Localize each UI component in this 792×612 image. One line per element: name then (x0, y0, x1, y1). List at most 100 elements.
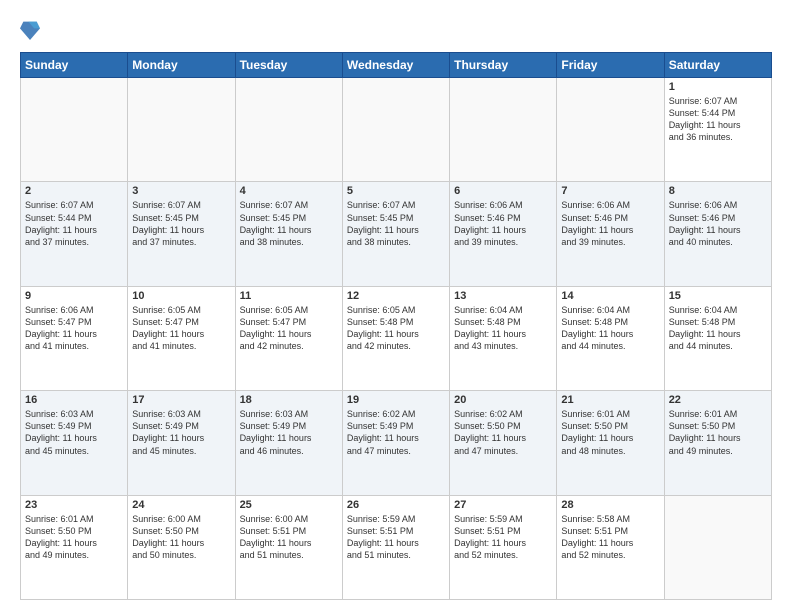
calendar-cell (128, 78, 235, 182)
page: Sunday Monday Tuesday Wednesday Thursday… (0, 0, 792, 612)
header-monday: Monday (128, 53, 235, 78)
calendar-cell: 1 Sunrise: 6:07 AM Sunset: 5:44 PM Daylig… (664, 78, 771, 182)
day-info: Sunrise: 6:07 AM Sunset: 5:45 PM Dayligh… (240, 199, 338, 248)
day-info: Sunrise: 6:02 AM Sunset: 5:49 PM Dayligh… (347, 408, 445, 457)
header (20, 16, 772, 44)
day-number: 6 (454, 185, 552, 197)
header-friday: Friday (557, 53, 664, 78)
day-info: Sunrise: 6:03 AM Sunset: 5:49 PM Dayligh… (25, 408, 123, 457)
day-info: Sunrise: 6:04 AM Sunset: 5:48 PM Dayligh… (454, 304, 552, 353)
day-number: 23 (25, 499, 123, 511)
logo (20, 16, 44, 44)
day-info: Sunrise: 6:05 AM Sunset: 5:47 PM Dayligh… (132, 304, 230, 353)
calendar-cell: 28Sunrise: 5:58 AM Sunset: 5:51 PM Dayli… (557, 495, 664, 599)
calendar-cell: 6Sunrise: 6:06 AM Sunset: 5:46 PM Daylig… (450, 182, 557, 286)
calendar-cell (557, 78, 664, 182)
day-number: 7 (561, 185, 659, 197)
day-number: 27 (454, 499, 552, 511)
day-number: 1 (669, 81, 767, 93)
calendar-cell: 19Sunrise: 6:02 AM Sunset: 5:49 PM Dayli… (342, 391, 449, 495)
day-info: Sunrise: 6:06 AM Sunset: 5:47 PM Dayligh… (25, 304, 123, 353)
header-saturday: Saturday (664, 53, 771, 78)
calendar-cell: 21 Sunrise: 6:01 AM Sunset: 5:50 PM Dayli… (557, 391, 664, 495)
calendar-cell: 8 Sunrise: 6:06 AM Sunset: 5:46 PM Daylig… (664, 182, 771, 286)
day-info: Sunrise: 6:01 AM Sunset: 5:50 PM Dayligh… (561, 408, 659, 457)
calendar-cell (235, 78, 342, 182)
day-number: 8 (669, 185, 767, 197)
calendar-cell: 17 Sunrise: 6:03 AM Sunset: 5:49 PM Dayli… (128, 391, 235, 495)
calendar-cell: 18 Sunrise: 6:03 AM Sunset: 5:49 PM Dayli… (235, 391, 342, 495)
day-number: 9 (25, 290, 123, 302)
day-number: 5 (347, 185, 445, 197)
day-number: 11 (240, 290, 338, 302)
day-info: Sunrise: 6:05 AM Sunset: 5:48 PM Dayligh… (347, 304, 445, 353)
day-info: Sunrise: 6:03 AM Sunset: 5:49 PM Dayligh… (132, 408, 230, 457)
day-info: Sunrise: 6:01 AM Sunset: 5:50 PM Dayligh… (25, 513, 123, 562)
calendar-cell: 13 Sunrise: 6:04 AM Sunset: 5:48 PM Dayli… (450, 286, 557, 390)
day-number: 12 (347, 290, 445, 302)
day-number: 16 (25, 394, 123, 406)
day-number: 24 (132, 499, 230, 511)
calendar-cell: 27 Sunrise: 5:59 AM Sunset: 5:51 PM Dayli… (450, 495, 557, 599)
calendar-header: Sunday Monday Tuesday Wednesday Thursday… (21, 53, 772, 78)
calendar-cell: 16 Sunrise: 6:03 AM Sunset: 5:49 PM Dayli… (21, 391, 128, 495)
day-number: 26 (347, 499, 445, 511)
day-number: 4 (240, 185, 338, 197)
calendar-cell: 10 Sunrise: 6:05 AM Sunset: 5:47 PM Dayli… (128, 286, 235, 390)
calendar-cell: 22Sunrise: 6:01 AM Sunset: 5:50 PM Dayli… (664, 391, 771, 495)
calendar-cell: 20Sunrise: 6:02 AM Sunset: 5:50 PM Dayli… (450, 391, 557, 495)
day-number: 2 (25, 185, 123, 197)
day-info: Sunrise: 5:59 AM Sunset: 5:51 PM Dayligh… (347, 513, 445, 562)
calendar-cell: 11 Sunrise: 6:05 AM Sunset: 5:47 PM Dayli… (235, 286, 342, 390)
day-info: Sunrise: 6:06 AM Sunset: 5:46 PM Dayligh… (561, 199, 659, 248)
calendar-cell (21, 78, 128, 182)
calendar-week-row: 1 Sunrise: 6:07 AM Sunset: 5:44 PM Daylig… (21, 78, 772, 182)
calendar-cell (664, 495, 771, 599)
day-info: Sunrise: 6:04 AM Sunset: 5:48 PM Dayligh… (561, 304, 659, 353)
day-number: 28 (561, 499, 659, 511)
day-info: Sunrise: 6:05 AM Sunset: 5:47 PM Dayligh… (240, 304, 338, 353)
calendar-cell: 3Sunrise: 6:07 AM Sunset: 5:45 PM Daylig… (128, 182, 235, 286)
calendar-cell: 25 Sunrise: 6:00 AM Sunset: 5:51 PM Dayli… (235, 495, 342, 599)
calendar-week-row: 2 Sunrise: 6:07 AM Sunset: 5:44 PM Daylig… (21, 182, 772, 286)
day-number: 14 (561, 290, 659, 302)
day-number: 21 (561, 394, 659, 406)
day-info: Sunrise: 6:06 AM Sunset: 5:46 PM Dayligh… (669, 199, 767, 248)
day-number: 15 (669, 290, 767, 302)
calendar-body: 1 Sunrise: 6:07 AM Sunset: 5:44 PM Daylig… (21, 78, 772, 600)
day-number: 25 (240, 499, 338, 511)
calendar-week-row: 9 Sunrise: 6:06 AM Sunset: 5:47 PM Daylig… (21, 286, 772, 390)
day-info: Sunrise: 6:03 AM Sunset: 5:49 PM Dayligh… (240, 408, 338, 457)
header-tuesday: Tuesday (235, 53, 342, 78)
day-info: Sunrise: 6:01 AM Sunset: 5:50 PM Dayligh… (669, 408, 767, 457)
day-info: Sunrise: 6:02 AM Sunset: 5:50 PM Dayligh… (454, 408, 552, 457)
day-info: Sunrise: 6:00 AM Sunset: 5:51 PM Dayligh… (240, 513, 338, 562)
header-sunday: Sunday (21, 53, 128, 78)
header-thursday: Thursday (450, 53, 557, 78)
calendar-cell: 14 Sunrise: 6:04 AM Sunset: 5:48 PM Dayli… (557, 286, 664, 390)
calendar-cell: 2 Sunrise: 6:07 AM Sunset: 5:44 PM Daylig… (21, 182, 128, 286)
calendar-cell: 4 Sunrise: 6:07 AM Sunset: 5:45 PM Daylig… (235, 182, 342, 286)
day-number: 18 (240, 394, 338, 406)
calendar-week-row: 23 Sunrise: 6:01 AM Sunset: 5:50 PM Dayli… (21, 495, 772, 599)
day-number: 17 (132, 394, 230, 406)
calendar-cell: 7 Sunrise: 6:06 AM Sunset: 5:46 PM Daylig… (557, 182, 664, 286)
calendar-cell (342, 78, 449, 182)
day-info: Sunrise: 6:04 AM Sunset: 5:48 PM Dayligh… (669, 304, 767, 353)
calendar-cell: 9 Sunrise: 6:06 AM Sunset: 5:47 PM Daylig… (21, 286, 128, 390)
day-number: 13 (454, 290, 552, 302)
logo-icon (20, 16, 40, 44)
calendar-table: Sunday Monday Tuesday Wednesday Thursday… (20, 52, 772, 600)
day-info: Sunrise: 6:07 AM Sunset: 5:44 PM Dayligh… (669, 95, 767, 144)
day-info: Sunrise: 5:59 AM Sunset: 5:51 PM Dayligh… (454, 513, 552, 562)
calendar-cell: 24 Sunrise: 6:00 AM Sunset: 5:50 PM Dayli… (128, 495, 235, 599)
day-info: Sunrise: 6:00 AM Sunset: 5:50 PM Dayligh… (132, 513, 230, 562)
header-wednesday: Wednesday (342, 53, 449, 78)
calendar-cell: 12 Sunrise: 6:05 AM Sunset: 5:48 PM Dayli… (342, 286, 449, 390)
calendar-cell: 15 Sunrise: 6:04 AM Sunset: 5:48 PM Dayli… (664, 286, 771, 390)
day-number: 10 (132, 290, 230, 302)
calendar-cell: 5 Sunrise: 6:07 AM Sunset: 5:45 PM Daylig… (342, 182, 449, 286)
calendar-week-row: 16 Sunrise: 6:03 AM Sunset: 5:49 PM Dayli… (21, 391, 772, 495)
day-info: Sunrise: 6:07 AM Sunset: 5:44 PM Dayligh… (25, 199, 123, 248)
day-info: Sunrise: 6:07 AM Sunset: 5:45 PM Dayligh… (347, 199, 445, 248)
